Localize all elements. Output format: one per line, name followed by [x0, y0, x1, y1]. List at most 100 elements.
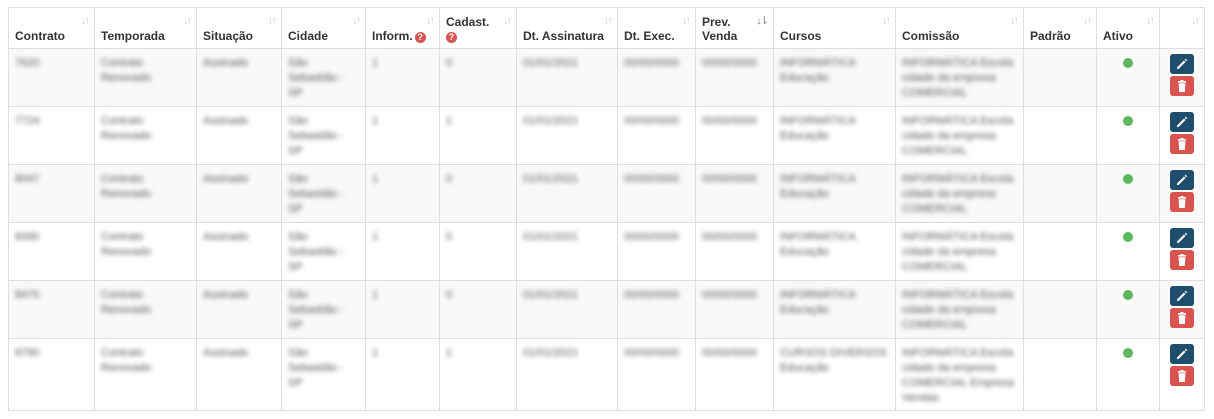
- question-circle-icon[interactable]: ?: [446, 32, 457, 43]
- sort-arrows-icon[interactable]: ↓↑: [1010, 14, 1019, 28]
- cell-ativo: [1096, 222, 1160, 281]
- cell-dt-assinatura: 01/01/2021: [516, 106, 618, 165]
- table-row[interactable]: 7620 Contrato Renovado Assinado São Sebasti…: [8, 48, 1205, 107]
- cell-value-temporada: Contrato Renovado: [101, 57, 152, 84]
- sort-arrows-icon[interactable]: ↓↑: [503, 14, 512, 28]
- table-row[interactable]: 8047 Contrato Renovado Assinado São Sebasti…: [8, 164, 1205, 223]
- delete-button[interactable]: [1170, 308, 1194, 328]
- column-header-cidade[interactable]: Cidade ↓↑: [281, 7, 366, 49]
- sort-arrows-icon[interactable]: ↓↑: [1146, 14, 1155, 28]
- cell-dt-assinatura: 01/01/2021: [516, 338, 618, 411]
- column-header-label: Ativo: [1103, 29, 1133, 43]
- column-header-label: Cadast.: [446, 15, 490, 29]
- pencil-icon: [1177, 232, 1188, 243]
- edit-button[interactable]: [1170, 344, 1194, 364]
- column-header-contrato[interactable]: Contrato ↓↑: [8, 7, 95, 49]
- column-header-padrão[interactable]: Padrão ↓↑: [1023, 7, 1097, 49]
- edit-button[interactable]: [1170, 228, 1194, 248]
- cell-value-comissao: INFORMÁTICA Escola cidade da empresa COM…: [902, 115, 1014, 157]
- column-header-inform[interactable]: Inform.? ↓↑: [365, 7, 440, 49]
- cell-padrao: [1023, 222, 1097, 281]
- sort-arrows-icon[interactable]: ↓↑: [81, 14, 90, 28]
- cell-value-inform: 1: [372, 231, 379, 243]
- edit-button[interactable]: [1170, 170, 1194, 190]
- delete-button[interactable]: [1170, 192, 1194, 212]
- cell-dt-assinatura: 01/01/2021: [516, 280, 618, 339]
- trash-icon: [1178, 370, 1186, 382]
- cell-cidade: São Sebastião - SP: [281, 280, 366, 339]
- delete-button[interactable]: [1170, 366, 1194, 386]
- sort-arrows-icon[interactable]: ↓↑: [426, 14, 435, 28]
- delete-button[interactable]: [1170, 76, 1194, 96]
- cell-cadast: 0: [439, 222, 517, 281]
- cell-dt-exec: 00/00/0000: [617, 280, 696, 339]
- active-status-dot-icon: [1123, 116, 1133, 126]
- cell-padrao: [1023, 280, 1097, 339]
- cell-value-contrato: 7724: [15, 115, 40, 127]
- cell-value-situacao: Assinado: [203, 173, 249, 185]
- sort-arrows-icon[interactable]: ↓⇂: [756, 14, 769, 28]
- column-header-ativo[interactable]: Ativo ↓↑: [1096, 7, 1160, 49]
- table-row[interactable]: 8790 Contrato Renovado Assinado São Sebasti…: [8, 338, 1205, 411]
- cell-situacao: Assinado: [196, 48, 282, 107]
- cell-situacao: Assinado: [196, 106, 282, 165]
- cell-prev-venda: 00/00/0000: [695, 48, 774, 107]
- sort-arrows-icon[interactable]: ↓↑: [183, 14, 192, 28]
- cell-actions: [1159, 106, 1205, 165]
- sort-arrows-icon[interactable]: ↓↑: [604, 14, 613, 28]
- sort-arrows-icon[interactable]: ↓↑: [1083, 14, 1092, 28]
- column-header-situação[interactable]: Situação ↓↑: [196, 7, 282, 49]
- cell-value-cadast: 1: [446, 115, 453, 127]
- edit-button[interactable]: [1170, 286, 1194, 306]
- column-header-prev-venda[interactable]: Prev. Venda ↓⇂: [695, 7, 774, 49]
- edit-button[interactable]: [1170, 54, 1194, 74]
- cell-value-temporada: Contrato Renovado: [101, 347, 152, 374]
- column-header-dt-assinatura[interactable]: Dt. Assinatura ↓↑: [516, 7, 618, 49]
- cell-temporada: Contrato Renovado: [94, 338, 197, 411]
- cell-value-contrato: 8470: [15, 289, 40, 301]
- cell-cidade: São Sebastião - SP: [281, 106, 366, 165]
- cell-value-prev-venda: 00/00/0000: [702, 231, 758, 243]
- delete-button[interactable]: [1170, 134, 1194, 154]
- cell-value-cursos: INFORMÁTICA Educação: [780, 173, 856, 200]
- cell-value-cursos: INFORMÁTICA Educação: [780, 115, 856, 142]
- cell-value-prev-venda: 00/00/0000: [702, 115, 758, 127]
- table-row[interactable]: 7724 Contrato Renovado Assinado São Sebasti…: [8, 106, 1205, 165]
- column-header-label: Prev. Venda: [702, 15, 738, 43]
- cell-cadast: 0: [439, 164, 517, 223]
- column-header-temporada[interactable]: Temporada ↓↑: [94, 7, 197, 49]
- active-status-dot-icon: [1123, 174, 1133, 184]
- sort-arrows-icon[interactable]: ↓↑: [1191, 14, 1200, 28]
- column-header-cursos[interactable]: Cursos ↓↑: [773, 7, 896, 49]
- cell-comissao: INFORMÁTICA Escola cidade da empresa COM…: [895, 164, 1024, 223]
- sort-arrows-icon[interactable]: ↓↑: [882, 14, 891, 28]
- cell-temporada: Contrato Renovado: [94, 106, 197, 165]
- table-row[interactable]: 8470 Contrato Renovado Assinado São Sebasti…: [8, 280, 1205, 339]
- delete-button[interactable]: [1170, 250, 1194, 270]
- sort-arrows-icon[interactable]: ↓↑: [682, 14, 691, 28]
- edit-button[interactable]: [1170, 112, 1194, 132]
- sort-arrows-icon[interactable]: ↓↑: [352, 14, 361, 28]
- sort-arrows-icon[interactable]: ↓↑: [268, 14, 277, 28]
- column-header-actions[interactable]: ↓↑: [1159, 7, 1205, 49]
- cell-ativo: [1096, 280, 1160, 339]
- cell-cursos: INFORMÁTICA Educação: [773, 222, 896, 281]
- cell-dt-assinatura: 01/01/2021: [516, 164, 618, 223]
- column-header-comissão[interactable]: Comissão ↓↑: [895, 7, 1024, 49]
- cell-ativo: [1096, 48, 1160, 107]
- cell-value-situacao: Assinado: [203, 347, 249, 359]
- column-header-label: Cidade: [288, 29, 329, 43]
- cell-cadast: 1: [439, 338, 517, 411]
- cell-cidade: São Sebastião - SP: [281, 164, 366, 223]
- table-row[interactable]: 8390 Contrato Renovado Assinado São Sebasti…: [8, 222, 1205, 281]
- column-header-cadast[interactable]: Cadast.? ↓↑: [439, 7, 517, 49]
- cell-ativo: [1096, 106, 1160, 165]
- cell-value-cidade: São Sebastião - SP: [288, 57, 344, 99]
- cell-value-cadast: 0: [446, 289, 453, 301]
- cell-value-cadast: 0: [446, 57, 453, 69]
- cell-inform: 1: [365, 48, 440, 107]
- question-circle-icon[interactable]: ?: [414, 32, 426, 43]
- column-header-label: Inform.: [372, 29, 413, 43]
- cell-dt-exec: 00/00/0000: [617, 164, 696, 223]
- column-header-dt-exec[interactable]: Dt. Exec. ↓↑: [617, 7, 696, 49]
